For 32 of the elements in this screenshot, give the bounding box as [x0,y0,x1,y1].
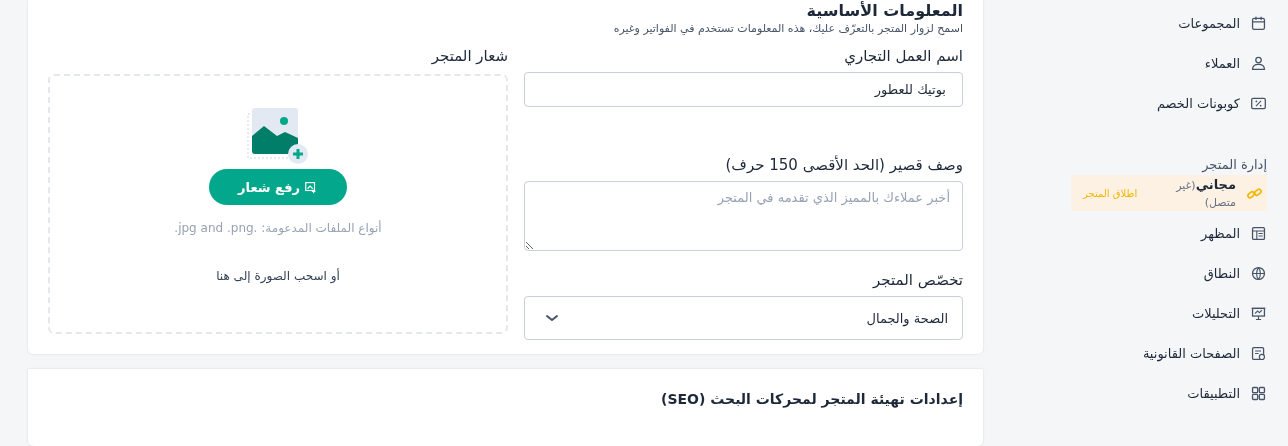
specialty-dropdown[interactable]: الصحة والجمال [524,296,963,340]
sidebar-item[interactable]: الصفحات القانونية [1142,333,1267,373]
sidebar-section-title: إدارة المتجر [1202,155,1267,175]
drag-hint: أو اسحب الصورة إلى هنا [216,269,340,283]
file-types-hint: أنواع الملفات المدعومة: .jpg and .png. [174,221,382,235]
card-title: إعدادات تهيئة المتجر لمحركات البحث (SEO) [660,391,963,407]
sidebar-item[interactable]: التحليلات [1191,293,1267,333]
sidebar-item[interactable]: المجموعات [1178,3,1267,43]
sidebar-item[interactable]: العملاء [1204,43,1267,83]
field-label: تخصّص المتجر [871,271,963,291]
document-icon [1250,344,1267,362]
store-status-text: مجاني(غير متصل) [1174,175,1236,211]
field-label: وصف قصير (الحد الأقصى 150 حرف) [724,156,963,176]
sidebar-item[interactable]: كوبونات الخصم [1156,83,1267,123]
field-label: شعار المتجر [430,47,508,67]
card-title: المعلومات الأساسية [805,1,963,20]
layout-icon [1250,224,1267,242]
image-add-icon [303,180,318,194]
sidebar-item[interactable]: المظهر [1201,213,1267,253]
grid-icon [1250,384,1267,402]
sidebar-item[interactable]: التطبيقات [1187,373,1267,413]
sidebar-item[interactable]: النطاق [1203,253,1267,293]
person-icon [1250,54,1267,72]
image-upload-icon [245,106,311,166]
card-subtitle: اسمح لزوار المتجر بالتعرّف عليك، هذه المعلومات تستخدم في الفواتير وغيره [612,22,963,35]
calendar-icon [1250,14,1267,32]
field-label: اسم العمل التجاري [843,47,963,68]
business-name-field[interactable]: بوتيك للعطور [524,72,963,107]
logo-drop-zone[interactable]: رفع شعار أنواع الملفات المدعومة: .jpg and .png. أو اسحب الصورة إلى هنا [48,74,508,334]
globe-icon [1250,264,1267,282]
store-status-item[interactable]: مجاني(غير متصل) اطلاق المتجر [1071,175,1267,211]
description-field[interactable]: أخبر عملاءك بالمميز الذي تقدمه في المتجر [524,181,963,251]
